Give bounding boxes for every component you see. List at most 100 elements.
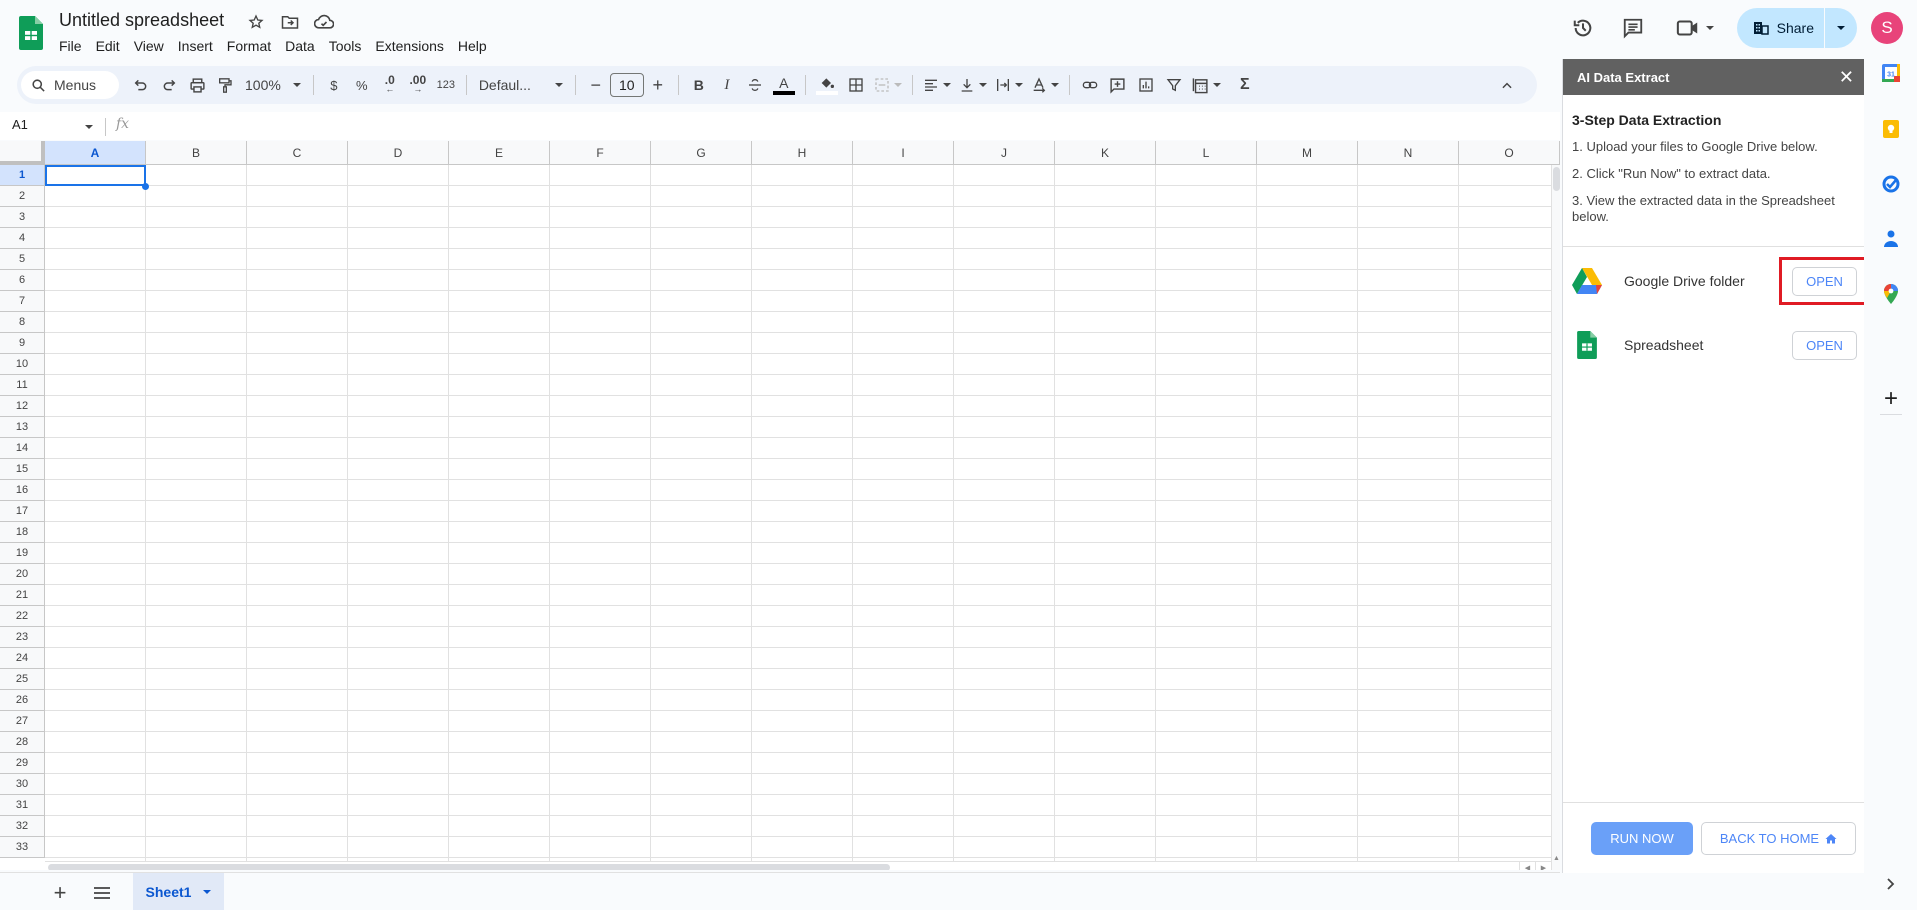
column-header-m[interactable]: M <box>1257 141 1358 165</box>
collapse-toolbar-button[interactable] <box>1493 72 1521 100</box>
decrease-decimal-button[interactable]: .0 ← <box>376 71 404 99</box>
zoom-select[interactable]: 100% <box>239 71 307 99</box>
row-header-22[interactable]: 22 <box>0 606 45 627</box>
row-header-4[interactable]: 4 <box>0 228 45 249</box>
insert-link-button[interactable] <box>1076 71 1104 99</box>
menu-file[interactable]: File <box>52 36 89 56</box>
font-family-select[interactable]: Defaul... <box>473 71 569 99</box>
horizontal-scroll-thumb[interactable] <box>48 864 890 870</box>
row-header-24[interactable]: 24 <box>0 648 45 669</box>
column-header-h[interactable]: H <box>752 141 853 165</box>
italic-button[interactable]: I <box>713 71 741 99</box>
menu-data[interactable]: Data <box>278 36 322 56</box>
row-header-1[interactable]: 1 <box>0 165 45 186</box>
horizontal-scrollbar[interactable]: ◀ ▶ <box>45 861 1551 870</box>
menu-view[interactable]: View <box>127 36 171 56</box>
row-header-19[interactable]: 19 <box>0 543 45 564</box>
calendar-icon[interactable]: 31 <box>1881 63 1901 83</box>
paint-format-button[interactable] <box>211 71 239 99</box>
formula-input[interactable] <box>140 116 1550 136</box>
row-header-8[interactable]: 8 <box>0 312 45 333</box>
vertical-scroll-thumb[interactable] <box>1553 167 1560 191</box>
row-header-21[interactable]: 21 <box>0 585 45 606</box>
text-rotation-button[interactable] <box>1027 71 1063 99</box>
undo-button[interactable] <box>127 71 155 99</box>
fill-color-button[interactable] <box>812 71 842 99</box>
share-dropdown-button[interactable] <box>1825 8 1857 48</box>
row-header-30[interactable]: 30 <box>0 774 45 795</box>
row-header-9[interactable]: 9 <box>0 333 45 354</box>
row-header-28[interactable]: 28 <box>0 732 45 753</box>
row-header-3[interactable]: 3 <box>0 207 45 228</box>
print-button[interactable] <box>183 71 211 99</box>
column-header-l[interactable]: L <box>1156 141 1257 165</box>
scroll-down-arrow-icon[interactable]: ▼ <box>1553 867 1560 870</box>
menu-tools[interactable]: Tools <box>322 36 369 56</box>
column-header-n[interactable]: N <box>1358 141 1459 165</box>
row-header-17[interactable]: 17 <box>0 501 45 522</box>
cloud-saved-icon[interactable] <box>314 12 334 32</box>
active-cell-a1[interactable] <box>45 165 146 186</box>
move-folder-icon[interactable] <box>280 12 300 32</box>
insert-comment-button[interactable] <box>1104 71 1132 99</box>
row-header-32[interactable]: 32 <box>0 816 45 837</box>
filter-views-button[interactable] <box>1188 71 1225 99</box>
all-sheets-button[interactable] <box>90 881 114 905</box>
fill-handle[interactable] <box>142 183 149 190</box>
sheet-tab-sheet1[interactable]: Sheet1 <box>133 873 224 910</box>
name-box[interactable]: A1 <box>12 117 92 132</box>
keep-icon[interactable] <box>1881 119 1901 139</box>
column-header-g[interactable]: G <box>651 141 752 165</box>
search-menus-button[interactable]: Menus <box>21 71 119 99</box>
more-formats-button[interactable]: 123 <box>432 71 460 99</box>
row-header-23[interactable]: 23 <box>0 627 45 648</box>
merge-cells-button[interactable] <box>870 71 906 99</box>
open-spreadsheet-button[interactable]: OPEN <box>1792 330 1857 360</box>
row-header-31[interactable]: 31 <box>0 795 45 816</box>
row-header-13[interactable]: 13 <box>0 417 45 438</box>
borders-button[interactable] <box>842 71 870 99</box>
bold-button[interactable]: B <box>685 71 713 99</box>
format-currency-button[interactable]: $ <box>320 71 348 99</box>
meet-button[interactable] <box>1667 8 1723 48</box>
strikethrough-button[interactable] <box>741 71 769 99</box>
horizontal-align-button[interactable] <box>919 71 955 99</box>
row-header-2[interactable]: 2 <box>0 186 45 207</box>
column-header-d[interactable]: D <box>348 141 449 165</box>
scroll-left-arrow-icon[interactable]: ◀ <box>1519 862 1535 870</box>
row-header-11[interactable]: 11 <box>0 375 45 396</box>
chevron-down-icon[interactable] <box>203 890 212 894</box>
back-to-home-button[interactable]: BACK TO HOME <box>1701 822 1856 855</box>
menu-extensions[interactable]: Extensions <box>368 36 450 56</box>
row-header-16[interactable]: 16 <box>0 480 45 501</box>
row-header-12[interactable]: 12 <box>0 396 45 417</box>
text-color-button[interactable]: A <box>769 71 799 99</box>
menu-insert[interactable]: Insert <box>171 36 220 56</box>
spreadsheet-grid[interactable]: ABCDEFGHIJKLMNO 1 2 3 4 5 6 7 8 9 10 11 12 13 14 15 16 1… <box>0 141 1560 870</box>
column-header-i[interactable]: I <box>853 141 954 165</box>
account-avatar[interactable]: S <box>1871 12 1903 44</box>
row-header-6[interactable]: 6 <box>0 270 45 291</box>
scroll-right-arrow-icon[interactable]: ▶ <box>1535 862 1551 870</box>
column-header-f[interactable]: F <box>550 141 651 165</box>
contacts-icon[interactable] <box>1881 229 1901 249</box>
scroll-up-arrow-icon[interactable]: ▲ <box>1553 851 1560 865</box>
run-now-button[interactable]: RUN NOW <box>1591 822 1693 855</box>
column-header-o[interactable]: O <box>1459 141 1560 165</box>
select-all-corner[interactable] <box>0 141 45 165</box>
column-header-e[interactable]: E <box>449 141 550 165</box>
sheets-logo-icon[interactable] <box>19 16 43 50</box>
vertical-scrollbar[interactable]: ▲ ▼ <box>1551 165 1560 870</box>
comments-icon[interactable] <box>1613 8 1653 48</box>
row-header-15[interactable]: 15 <box>0 459 45 480</box>
row-header-7[interactable]: 7 <box>0 291 45 312</box>
row-header-20[interactable]: 20 <box>0 564 45 585</box>
increase-font-size-button[interactable]: + <box>644 71 672 99</box>
filter-button[interactable] <box>1160 71 1188 99</box>
name-box-dropdown-icon[interactable] <box>85 125 93 129</box>
text-wrapping-button[interactable] <box>991 71 1027 99</box>
functions-button[interactable]: Σ <box>1231 71 1259 99</box>
column-header-k[interactable]: K <box>1055 141 1156 165</box>
row-header-10[interactable]: 10 <box>0 354 45 375</box>
decrease-font-size-button[interactable]: − <box>582 71 610 99</box>
